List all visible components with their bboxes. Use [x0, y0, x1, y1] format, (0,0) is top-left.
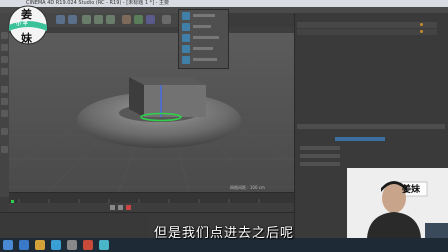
popup-item-line — [193, 25, 211, 28]
render-settings-icon[interactable] — [182, 56, 190, 64]
window-title: CINEMA 4D R19.024 Studio (RC - R19) - [未… — [0, 0, 448, 7]
attribute-field[interactable] — [300, 154, 340, 158]
texture-mode-icon[interactable] — [1, 56, 8, 63]
scale-icon[interactable] — [94, 15, 103, 24]
object-row[interactable] — [297, 22, 437, 28]
render-picture-viewer-icon[interactable] — [182, 45, 190, 53]
logo-char-middle: 小 平 — [16, 21, 28, 27]
webcam-badge: 姜妹 — [402, 185, 421, 195]
taskbar-app-icon[interactable] — [51, 240, 61, 250]
undo-icon[interactable] — [56, 15, 65, 24]
object-row[interactable] — [297, 29, 437, 35]
timeline[interactable] — [9, 192, 294, 206]
taskbar-app-icon[interactable] — [19, 240, 29, 250]
attribute-tab-active[interactable] — [335, 137, 385, 141]
watermark-logo: 姜 小 平 妹 — [3, 3, 53, 48]
rotate-icon[interactable] — [106, 15, 115, 24]
playback-controls[interactable] — [9, 203, 294, 212]
x-axis-icon[interactable] — [122, 15, 131, 24]
render-view-icon[interactable] — [182, 12, 190, 20]
render-active-icon[interactable] — [182, 34, 190, 42]
start-icon[interactable] — [3, 240, 13, 250]
taskbar-app-icon[interactable] — [99, 240, 109, 250]
play-icon[interactable] — [110, 205, 115, 210]
popup-item-line — [193, 58, 217, 61]
taskbar-app-icon[interactable] — [67, 240, 77, 250]
polygons-mode-icon[interactable] — [1, 110, 8, 117]
cube-front[interactable] — [144, 85, 206, 117]
z-axis-icon[interactable] — [146, 15, 155, 24]
y-axis-icon[interactable] — [134, 15, 143, 24]
edges-mode-icon[interactable] — [1, 98, 8, 105]
logo-char-bottom: 妹 — [21, 32, 32, 45]
redo-icon[interactable] — [68, 15, 77, 24]
taskbar-app-icon[interactable] — [35, 240, 45, 250]
taskbar-app-icon[interactable] — [83, 240, 93, 250]
move-icon[interactable] — [82, 15, 91, 24]
popup-item-line — [193, 14, 215, 17]
popup-item-line — [193, 36, 219, 39]
snap-icon[interactable] — [1, 128, 8, 135]
stop-icon[interactable] — [118, 205, 123, 210]
viewport-canvas — [9, 27, 294, 192]
video-subtitle: 但是我们点进去之后呢 — [153, 226, 294, 241]
attribute-field[interactable] — [300, 162, 340, 166]
axis-mode-icon[interactable] — [1, 68, 8, 75]
object-tag-icon — [420, 30, 423, 33]
grid-spacing-label: 网格间距 : 100 cm — [230, 185, 265, 190]
perspective-viewport[interactable] — [9, 27, 294, 192]
popup-item-line — [193, 47, 213, 50]
attribute-tabs[interactable] — [297, 124, 445, 129]
render-region-icon[interactable] — [182, 23, 190, 31]
attribute-field[interactable] — [300, 146, 340, 150]
points-mode-icon[interactable] — [1, 86, 8, 93]
render-icon[interactable] — [162, 15, 171, 24]
object-tag-icon — [420, 23, 423, 26]
record-icon[interactable] — [126, 205, 131, 210]
workplane-icon[interactable] — [1, 146, 8, 153]
